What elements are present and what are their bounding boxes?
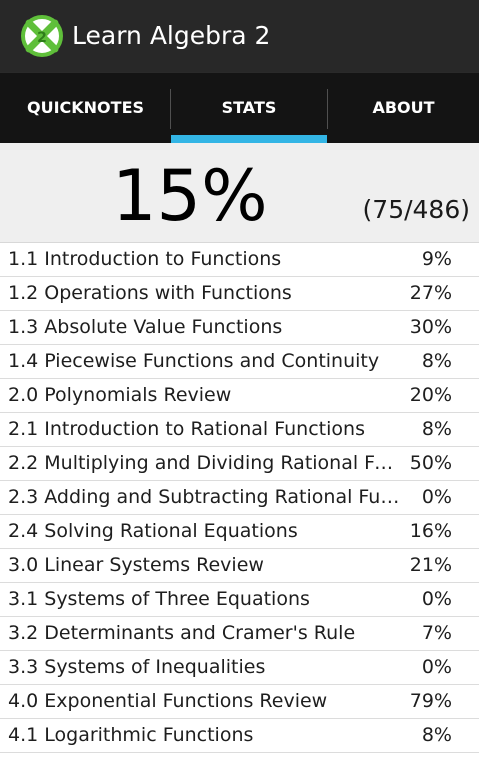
section-percent: 30% (409, 316, 452, 338)
tab-quicknotes[interactable]: QUICKNOTES (0, 73, 171, 143)
overall-ratio: (75/486) (362, 195, 470, 224)
section-title: 3.2 Determinants and Cramer's Rule (8, 622, 356, 644)
section-percent: 8% (421, 724, 452, 746)
section-title: 1.2 Operations with Functions (8, 282, 292, 304)
section-percent: 0% (421, 656, 452, 678)
section-title: 3.0 Linear Systems Review (8, 554, 264, 576)
section-title: 2.0 Polynomials Review (8, 384, 232, 406)
section-title: 2.4 Solving Rational Equations (8, 520, 298, 542)
section-percent: 8% (421, 350, 452, 372)
section-title: 1.4 Piecewise Functions and Continuity (8, 350, 380, 372)
list-item[interactable]: 2.0 Polynomials Review 20% (0, 379, 479, 413)
section-title: 3.3 Systems of Inequalities (8, 656, 266, 678)
section-percent: 16% (409, 520, 452, 542)
section-title: 4.1 Logarithmic Functions (8, 724, 254, 746)
overall-progress-summary: 15% (75/486) (0, 143, 479, 242)
section-percent: 7% (421, 622, 452, 644)
app-title: Learn Algebra 2 (72, 21, 271, 50)
section-percent: 20% (409, 384, 452, 406)
list-item[interactable]: 2.1 Introduction to Rational Functions 8… (0, 413, 479, 447)
section-title: 2.2 Multiplying and Dividing Rational Fu… (8, 452, 403, 474)
section-title: 4.0 Exponential Functions Review (8, 690, 328, 712)
list-item[interactable]: 1.3 Absolute Value Functions 30% (0, 311, 479, 345)
tab-stats[interactable]: STATS (171, 73, 327, 143)
section-title: 2.3 Adding and Subtracting Rational Func… (8, 486, 403, 508)
list-item[interactable]: 3.1 Systems of Three Equations 0% (0, 583, 479, 617)
section-percent: 8% (421, 418, 452, 440)
overall-percent: 15% (112, 155, 268, 237)
section-percent: 79% (409, 690, 452, 712)
svg-text:2: 2 (37, 30, 47, 46)
selected-tab-indicator (171, 135, 327, 143)
list-item[interactable]: 2.2 Multiplying and Dividing Rational Fu… (0, 447, 479, 481)
section-title: 1.1 Introduction to Functions (8, 248, 282, 270)
tab-bar: QUICKNOTES STATS ABOUT (0, 72, 479, 143)
section-percent: 21% (409, 554, 452, 576)
section-stats-list: 1.1 Introduction to Functions 9% 1.2 Ope… (0, 242, 479, 753)
list-item[interactable]: 3.3 Systems of Inequalities 0% (0, 651, 479, 685)
list-item[interactable]: 2.3 Adding and Subtracting Rational Func… (0, 481, 479, 515)
list-item[interactable]: 4.0 Exponential Functions Review 79% (0, 685, 479, 719)
section-title: 3.1 Systems of Three Equations (8, 588, 310, 610)
section-title: 2.1 Introduction to Rational Functions (8, 418, 365, 440)
algebra-x-icon[interactable]: 2 (20, 14, 64, 58)
list-item[interactable]: 2.4 Solving Rational Equations 16% (0, 515, 479, 549)
section-percent: 0% (421, 588, 452, 610)
action-bar: 2 Learn Algebra 2 (0, 0, 479, 72)
list-item[interactable]: 3.2 Determinants and Cramer's Rule 7% (0, 617, 479, 651)
section-title: 1.3 Absolute Value Functions (8, 316, 283, 338)
section-percent: 9% (421, 248, 452, 270)
section-percent: 0% (421, 486, 452, 508)
list-item[interactable]: 1.1 Introduction to Functions 9% (0, 243, 479, 277)
tab-about[interactable]: ABOUT (328, 73, 479, 143)
section-percent: 27% (409, 282, 452, 304)
section-percent: 50% (409, 452, 452, 474)
list-item[interactable]: 1.4 Piecewise Functions and Continuity 8… (0, 345, 479, 379)
list-item[interactable]: 1.2 Operations with Functions 27% (0, 277, 479, 311)
list-item[interactable]: 4.1 Logarithmic Functions 8% (0, 719, 479, 753)
list-item[interactable]: 3.0 Linear Systems Review 21% (0, 549, 479, 583)
